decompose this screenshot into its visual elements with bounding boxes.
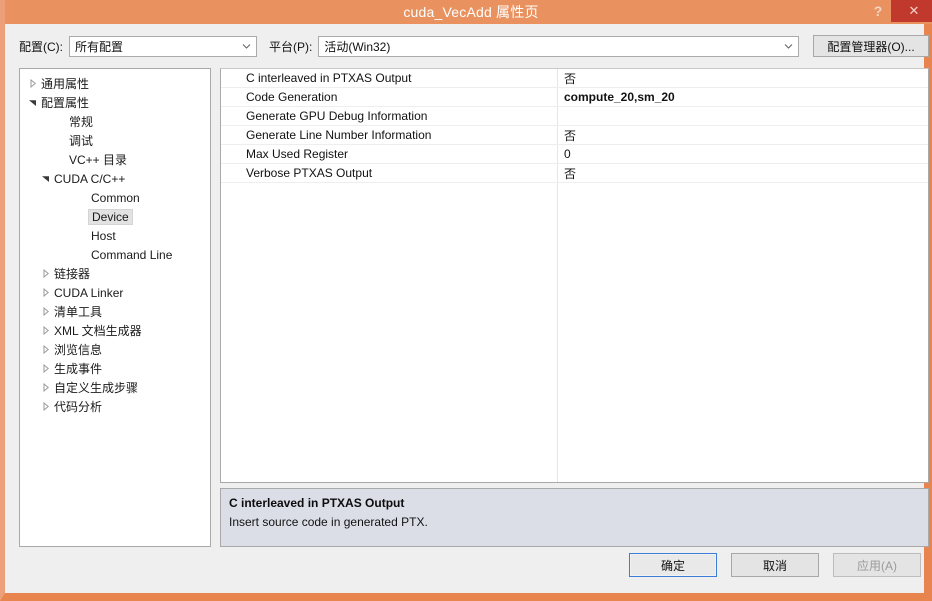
property-grid: C interleaved in PTXAS Output 否 Code Gener… [221, 69, 928, 482]
configuration-label: 配置(C): [19, 39, 63, 54]
property-tree: 通用属性配置属性常规调试 VC++ 目录 CUDA C/C++ Common Devic… [20, 69, 210, 416]
tree-item-label: 代码分析 [54, 400, 103, 414]
tree-item[interactable]: 生成事件 [20, 359, 210, 378]
property-value[interactable]: 否 [557, 127, 928, 144]
tree-item-label: 链接器 [54, 267, 91, 281]
window-controls: ? ✕ [865, 0, 932, 24]
tree-item[interactable]: Common [20, 188, 210, 207]
property-name: Code Generation [246, 90, 338, 104]
tree-item[interactable]: CUDA C/C++ [20, 169, 210, 188]
property-name: Generate Line Number Information [246, 128, 432, 142]
property-pages-dialog: cuda_VecAdd 属性页 ? ✕ 配置(C): 所有配置 平台(P): 活… [0, 0, 932, 601]
description-title: C interleaved in PTXAS Output [229, 496, 405, 510]
chevron-right-icon[interactable] [39, 378, 52, 397]
property-name: Max Used Register [246, 147, 349, 161]
tree-item-label: 调试 [69, 134, 94, 148]
property-row[interactable]: Max Used Register 0 [221, 145, 928, 164]
tree-item[interactable]: CUDA Linker [20, 283, 210, 302]
chevron-right-icon[interactable] [26, 74, 39, 93]
tree-item-label: CUDA Linker [54, 285, 124, 300]
tree-item-label: Device [88, 208, 133, 225]
chevron-right-icon[interactable] [39, 321, 52, 340]
chevron-right-icon[interactable] [39, 359, 52, 378]
tree-item[interactable]: 代码分析 [20, 397, 210, 416]
tree-item[interactable]: VC++ 目录 [20, 150, 210, 169]
tree-item-label: 通用属性 [41, 77, 90, 91]
chevron-down-icon [784, 42, 793, 51]
tree-item-label: 常规 [69, 115, 94, 129]
chevron-right-icon[interactable] [39, 283, 52, 302]
dialog-footer: 确定 取消 应用(A) [10, 553, 929, 593]
property-grid-panel[interactable]: C interleaved in PTXAS Output 否 Code Gener… [220, 68, 929, 483]
tree-item-label: 配置属性 [41, 96, 90, 110]
tree-item-label: XML 文档生成器 [54, 324, 142, 338]
tree-item-label: Host [91, 228, 116, 243]
tree-item[interactable]: 清单工具 [20, 302, 210, 321]
apply-button[interactable]: 应用(A) [833, 553, 921, 577]
platform-combobox[interactable]: 活动(Win32) [318, 35, 799, 57]
chevron-down-icon[interactable] [39, 169, 52, 188]
property-value[interactable]: 否 [557, 165, 928, 182]
configuration-combobox[interactable]: 所有配置 [69, 35, 258, 57]
tree-item-label: 自定义生成步骤 [54, 381, 139, 395]
platform-label: 平台(P): [268, 39, 313, 54]
property-value[interactable]: 否 [557, 70, 928, 87]
description-body: Insert source code in generated PTX. [229, 515, 428, 529]
tree-item[interactable]: 调试 [20, 131, 210, 150]
configuration-value: 所有配置 [75, 39, 124, 54]
property-row[interactable]: Generate Line Number Information 否 [221, 126, 928, 145]
tree-item[interactable]: 自定义生成步骤 [20, 378, 210, 397]
property-value[interactable]: compute_20,sm_20 [557, 90, 928, 104]
tree-item[interactable]: Command Line [20, 245, 210, 264]
chevron-right-icon[interactable] [39, 397, 52, 416]
window-title: cuda_VecAdd 属性页 [403, 4, 539, 20]
dialog-content: 通用属性配置属性常规调试 VC++ 目录 CUDA C/C++ Common Devic… [10, 64, 929, 549]
platform-value: 活动(Win32) [324, 39, 391, 54]
help-icon[interactable]: ? [865, 0, 891, 22]
close-icon[interactable]: ✕ [891, 0, 932, 22]
chevron-right-icon[interactable] [39, 264, 52, 283]
property-name: Generate GPU Debug Information [246, 109, 428, 123]
property-row[interactable]: C interleaved in PTXAS Output 否 [221, 69, 928, 88]
configuration-manager-button[interactable]: 配置管理器(O)... [813, 35, 929, 57]
chevron-down-icon [242, 42, 251, 51]
tree-item[interactable]: Host [20, 226, 210, 245]
tree-item[interactable]: Device [20, 207, 210, 226]
cancel-button[interactable]: 取消 [731, 553, 819, 577]
tree-item-label: VC++ 目录 [69, 153, 128, 167]
tree-item[interactable]: 链接器 [20, 264, 210, 283]
description-panel: C interleaved in PTXAS Output Insert sou… [220, 488, 929, 547]
tree-item-label: 清单工具 [54, 305, 103, 319]
property-row[interactable]: Generate GPU Debug Information [221, 107, 928, 126]
property-value[interactable]: 0 [557, 147, 928, 161]
tree-item-label: 浏览信息 [54, 343, 103, 357]
tree-item-label: Common [91, 190, 140, 205]
property-row[interactable]: Code Generation compute_20,sm_20 [221, 88, 928, 107]
tree-item[interactable]: 浏览信息 [20, 340, 210, 359]
chevron-down-icon[interactable] [26, 93, 39, 112]
property-name: Verbose PTXAS Output [246, 166, 373, 180]
property-tree-panel[interactable]: 通用属性配置属性常规调试 VC++ 目录 CUDA C/C++ Common Devic… [19, 68, 211, 547]
title-bar: cuda_VecAdd 属性页 ? ✕ [5, 0, 932, 24]
tree-item[interactable]: 通用属性 [20, 74, 210, 93]
property-name: C interleaved in PTXAS Output [246, 71, 412, 85]
tree-item[interactable]: 常规 [20, 112, 210, 131]
property-row[interactable]: Verbose PTXAS Output 否 [221, 164, 928, 183]
ok-button[interactable]: 确定 [629, 553, 717, 577]
chevron-right-icon[interactable] [39, 302, 52, 321]
tree-item-label: 生成事件 [54, 362, 103, 376]
chevron-right-icon[interactable] [39, 340, 52, 359]
config-toolbar: 配置(C): 所有配置 平台(P): 活动(Win32) 配置管理器(O)... [10, 32, 929, 60]
tree-item-label: Command Line [91, 247, 173, 262]
tree-item-label: CUDA C/C++ [54, 171, 126, 186]
tree-item[interactable]: XML 文档生成器 [20, 321, 210, 340]
tree-item[interactable]: 配置属性 [20, 93, 210, 112]
property-grid-rows: C interleaved in PTXAS Output 否 Code Gener… [221, 69, 928, 183]
